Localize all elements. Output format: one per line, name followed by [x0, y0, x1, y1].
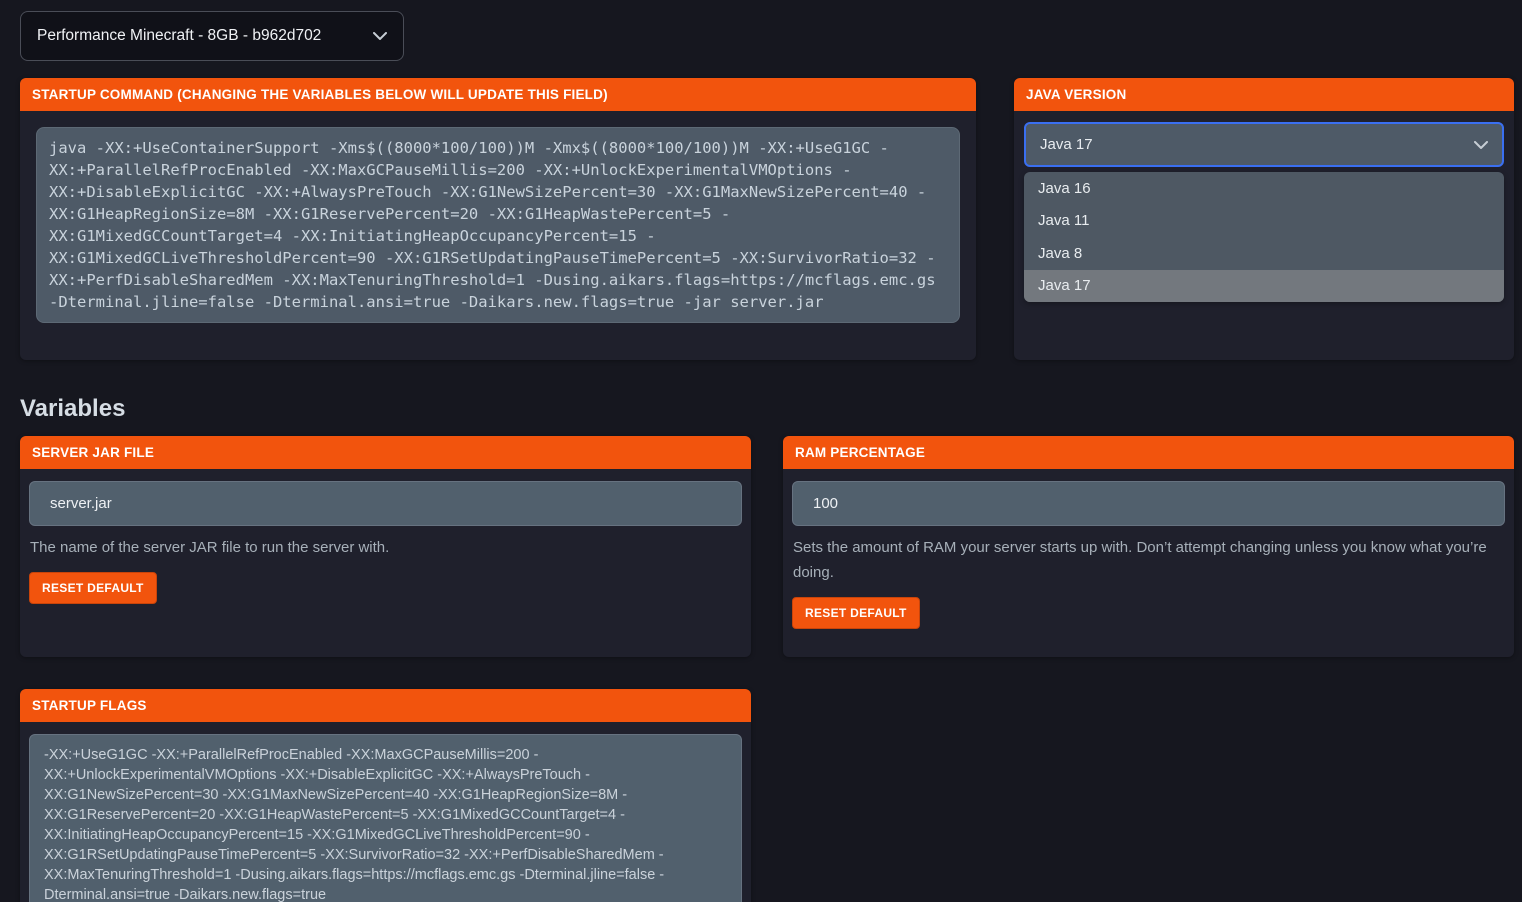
server-jar-file-header: SERVER JAR FILE — [20, 436, 751, 469]
server-jar-file-description: The name of the server JAR file to run t… — [30, 535, 741, 560]
ram-percentage-description: Sets the amount of RAM your server start… — [793, 535, 1504, 585]
variables-row: SERVER JAR FILE The name of the server J… — [20, 436, 1514, 657]
java-version-select[interactable]: Java 17 — [1024, 122, 1504, 167]
startup-command-panel: STARTUP COMMAND (CHANGING THE VARIABLES … — [20, 78, 976, 360]
java-version-option-java-16[interactable]: Java 16 — [1024, 172, 1504, 205]
java-version-header: JAVA VERSION — [1014, 78, 1514, 111]
server-jar-file-body: The name of the server JAR file to run t… — [20, 469, 751, 632]
chevron-down-icon — [373, 32, 387, 40]
startup-flags-card: STARTUP FLAGS -XX:+UseG1GC -XX:+Parallel… — [20, 689, 751, 902]
ram-percentage-header: RAM PERCENTAGE — [783, 436, 1514, 469]
java-version-option-java-8[interactable]: Java 8 — [1024, 237, 1504, 270]
startup-flags-header: STARTUP FLAGS — [20, 689, 751, 722]
startup-flags-body: -XX:+UseG1GC -XX:+ParallelRefProcEnabled… — [20, 722, 751, 902]
server-jar-reset-default-button[interactable]: RESET DEFAULT — [29, 572, 157, 604]
startup-command-field[interactable]: java -XX:+UseContainerSupport -Xms$((800… — [36, 127, 960, 323]
startup-settings-page: Performance Minecraft - 8GB - b962d702 S… — [0, 0, 1522, 902]
ram-percentage-card: RAM PERCENTAGE Sets the amount of RAM yo… — [783, 436, 1514, 657]
java-version-body: Java 17 Java 16 Java 11 Java 8 Java 17 — [1014, 111, 1514, 313]
java-version-option-list: Java 16 Java 11 Java 8 Java 17 — [1024, 172, 1504, 302]
java-version-option-java-11[interactable]: Java 11 — [1024, 205, 1504, 238]
ram-percentage-body: Sets the amount of RAM your server start… — [783, 469, 1514, 657]
java-version-option-java-17[interactable]: Java 17 — [1024, 270, 1504, 303]
chevron-down-icon — [1474, 141, 1488, 149]
startup-flags-textarea[interactable]: -XX:+UseG1GC -XX:+ParallelRefProcEnabled… — [29, 734, 742, 902]
java-version-panel: JAVA VERSION Java 17 Java 16 Java 11 Jav… — [1014, 78, 1514, 360]
ram-percentage-input[interactable] — [792, 481, 1505, 526]
server-selector-value: Performance Minecraft - 8GB - b962d702 — [37, 27, 321, 45]
top-row: STARTUP COMMAND (CHANGING THE VARIABLES … — [20, 78, 1514, 360]
variables-section-title: Variables — [20, 395, 1514, 423]
server-jar-file-card: SERVER JAR FILE The name of the server J… — [20, 436, 751, 657]
server-selector[interactable]: Performance Minecraft - 8GB - b962d702 — [20, 11, 404, 61]
ram-percentage-reset-default-button[interactable]: RESET DEFAULT — [792, 597, 920, 629]
startup-command-header: STARTUP COMMAND (CHANGING THE VARIABLES … — [20, 78, 976, 111]
server-jar-file-input[interactable] — [29, 481, 742, 526]
java-version-selected-value: Java 17 — [1040, 136, 1093, 153]
